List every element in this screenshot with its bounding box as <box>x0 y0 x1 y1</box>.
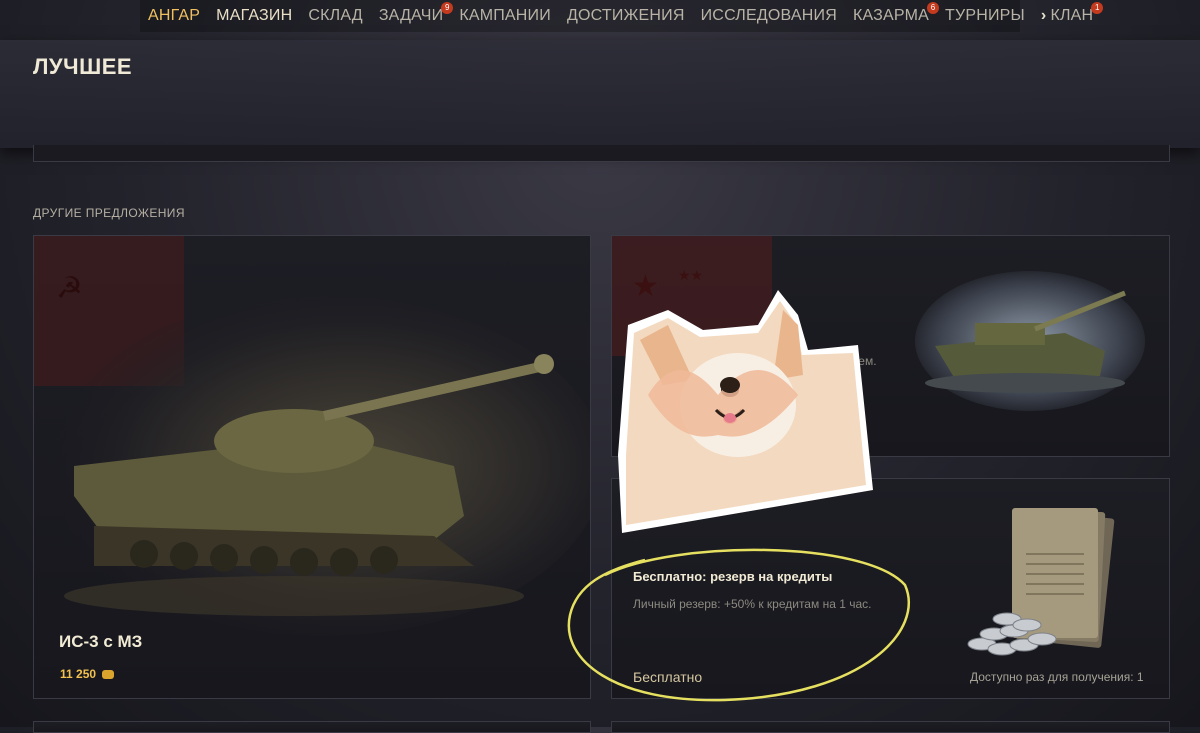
nav-label: ЗАДАЧИ <box>378 7 444 24</box>
offer-card-next-right[interactable] <box>611 721 1170 733</box>
nav-label: ДОСТИЖЕНИЯ <box>566 7 685 24</box>
nav-label: КАЗАРМА <box>852 7 930 24</box>
nav-tournaments[interactable]: ТУРНИРЫ <box>937 0 1033 32</box>
availability-counter: Доступно раз для получения: 1 <box>970 670 1144 684</box>
nav-missions[interactable]: ЗАДАЧИ 9 <box>371 0 454 32</box>
nav-label: СКЛАД <box>308 7 363 24</box>
nav-label: ТУРНИРЫ <box>945 7 1025 24</box>
offer-title: ИС-3 с МЗ <box>59 632 143 651</box>
offer-card-is3[interactable]: ☭ ИС-3 с МЗ 11 250 <box>33 235 591 699</box>
offer-price: 11 250 <box>60 667 115 681</box>
other-offers-label: ДРУГИЕ ПРЕДЛОЖЕНИЯ <box>33 206 185 220</box>
nav-campaigns[interactable]: КАМПАНИИ <box>451 0 559 32</box>
nav-achievements[interactable]: ДОСТИЖЕНИЯ <box>559 0 693 32</box>
svg-text:★★: ★★ <box>678 268 703 284</box>
nav-label: ИССЛЕДОВАНИЯ <box>700 7 837 24</box>
price-value: 11 250 <box>60 667 97 681</box>
gold-coins-icon <box>102 670 115 679</box>
nav-label: АНГАР <box>148 7 201 24</box>
nav-hangar[interactable]: АНГАР <box>140 0 208 32</box>
nav-shop[interactable]: МАГАЗИН <box>208 0 300 32</box>
tank-destroyer-illustration <box>915 271 1145 411</box>
nav-depot[interactable]: СКЛАД <box>300 0 370 32</box>
corgi-heart-sticker <box>618 290 873 533</box>
nav-label: КЛАН <box>1050 7 1094 24</box>
nav-clan[interactable]: › КЛАН 1 <box>1033 0 1104 32</box>
top-navigation: АНГАР МАГАЗИН СКЛАД ЗАДАЧИ 9 КАМПАНИИ ДОС… <box>140 0 1104 32</box>
nav-research[interactable]: ИССЛЕДОВАНИЯ <box>693 0 845 32</box>
nav-label: КАМПАНИИ <box>459 7 551 24</box>
offer-card-next-left[interactable] <box>33 721 591 733</box>
highlight-circle-annotation <box>567 548 910 702</box>
is3-tank-illustration <box>64 354 554 616</box>
section-title: ЛУЧШЕЕ <box>33 54 133 79</box>
chevron-right-icon: › <box>1040 7 1047 24</box>
credit-reserve-folder-icon <box>967 507 1115 656</box>
nav-label: МАГАЗИН <box>216 7 293 24</box>
best-section <box>0 40 1200 148</box>
notification-badge: 1 <box>1091 2 1104 14</box>
best-carousel-edge <box>33 145 1170 162</box>
nav-barracks[interactable]: КАЗАРМА 6 <box>845 0 940 32</box>
